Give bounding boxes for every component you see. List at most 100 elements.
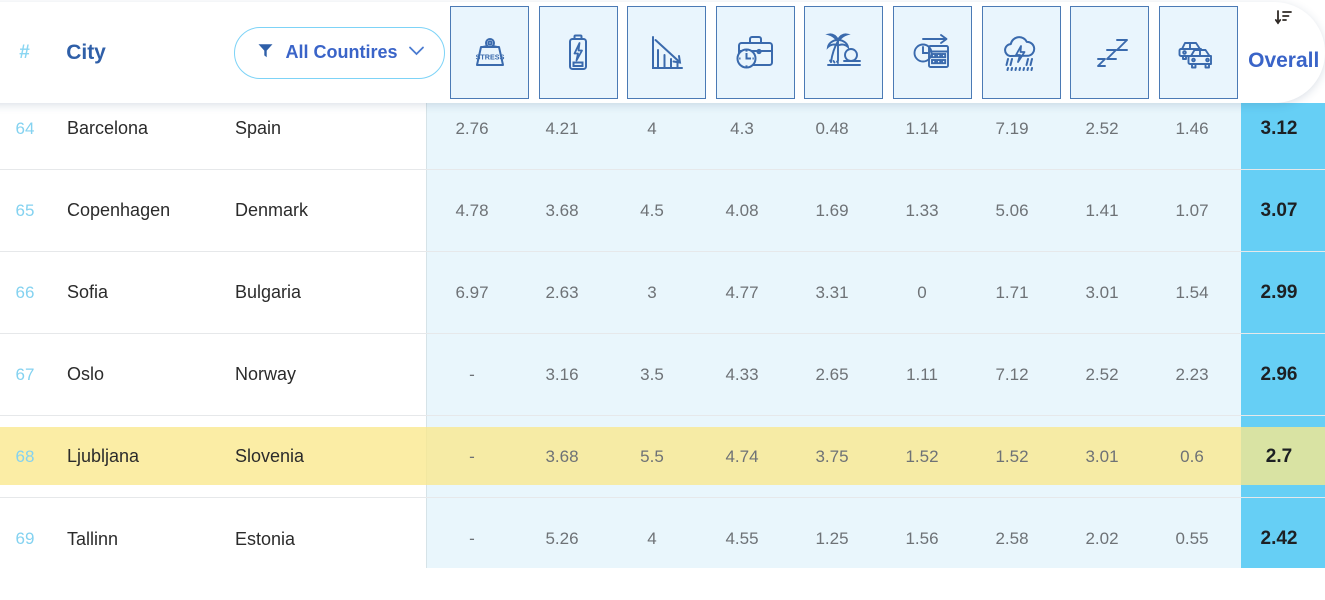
row-city-name[interactable]: Sofia bbox=[50, 282, 235, 303]
row-country-name: Slovenia bbox=[235, 446, 305, 466]
sleep-zzz-icon[interactable] bbox=[1070, 6, 1150, 99]
row-metric-value-5: 1.69 bbox=[815, 200, 849, 220]
metric-header-traffic bbox=[1154, 6, 1243, 99]
metric-header-energy bbox=[534, 6, 623, 99]
row-metric-value-7: 7.19 bbox=[995, 118, 1029, 138]
metric-header-sleep bbox=[1065, 6, 1154, 99]
row-metric-value-6: 1.33 bbox=[905, 200, 939, 220]
row-rank: 69 bbox=[15, 529, 35, 548]
row-metric-value-5: 3.75 bbox=[815, 446, 849, 466]
row-metric-value-3: 4 bbox=[647, 529, 657, 548]
metric-header-declining-chart bbox=[623, 6, 712, 99]
row-metric-value-9: 2.23 bbox=[1175, 364, 1209, 384]
row-metric-value-7: 1.71 bbox=[995, 282, 1029, 302]
row-city-name[interactable]: Barcelona bbox=[50, 118, 235, 139]
metric-header-weather bbox=[977, 6, 1066, 99]
row-metric-value-1: - bbox=[469, 446, 475, 466]
row-metric-value-8: 2.52 bbox=[1085, 364, 1119, 384]
table-row[interactable]: 69 Tallinn Estonia - 5.26 4 4.55 1.25 1.56 2.58 2.… bbox=[0, 498, 1325, 580]
traffic-cars-icon[interactable] bbox=[1158, 6, 1238, 99]
row-city-name[interactable]: Oslo bbox=[50, 364, 235, 385]
row-metric-value-2: 5.26 bbox=[545, 529, 579, 548]
row-metric-value-3: 5.5 bbox=[640, 446, 664, 466]
row-metric-value-6: 1.56 bbox=[905, 529, 939, 548]
row-metric-value-5: 2.65 bbox=[815, 364, 849, 384]
row-metric-value-3: 3 bbox=[647, 282, 657, 302]
row-country-name: Norway bbox=[235, 364, 297, 384]
chevron-down-icon bbox=[408, 44, 425, 62]
row-city-name[interactable]: Copenhagen bbox=[50, 200, 235, 221]
row-overall-score: 2.42 bbox=[1260, 528, 1298, 549]
row-metric-value-1: 2.76 bbox=[455, 118, 489, 138]
overall-column-label: Overall bbox=[1248, 48, 1320, 72]
row-rank: 64 bbox=[15, 118, 35, 138]
metric-header-annual-leave bbox=[888, 6, 977, 99]
metric-header-stress: STRESS bbox=[445, 6, 534, 99]
row-rank: 68 bbox=[15, 446, 35, 466]
row-metric-value-4: 4.33 bbox=[725, 364, 759, 384]
row-metric-value-4: 4.08 bbox=[725, 200, 759, 220]
funnel-icon bbox=[257, 42, 274, 64]
row-metric-value-2: 2.63 bbox=[545, 282, 579, 302]
row-metric-value-8: 1.41 bbox=[1085, 200, 1119, 220]
row-metric-value-7: 2.58 bbox=[995, 529, 1029, 548]
country-filter-label: All Countires bbox=[285, 42, 398, 62]
row-overall-score: 3.07 bbox=[1260, 199, 1298, 221]
row-metric-value-7: 1.52 bbox=[995, 446, 1029, 466]
table-row[interactable]: 66 Sofia Bulgaria 6.97 2.63 3 4.77 3.31 0 1.71 3.0… bbox=[0, 252, 1325, 334]
row-metric-value-2: 3.16 bbox=[545, 364, 579, 384]
row-metric-value-1: - bbox=[469, 364, 475, 384]
row-metric-value-8: 3.01 bbox=[1085, 282, 1119, 302]
metric-header-work-hours bbox=[711, 6, 800, 99]
row-metric-value-4: 4.74 bbox=[725, 446, 759, 466]
row-metric-value-9: 1.54 bbox=[1175, 282, 1209, 302]
row-metric-value-2: 3.68 bbox=[545, 446, 579, 466]
row-city-name[interactable]: Ljubljana bbox=[50, 446, 235, 467]
row-metric-value-6: 1.52 bbox=[905, 446, 939, 466]
row-metric-value-5: 1.25 bbox=[815, 529, 849, 548]
calendar-clock-arrow-icon[interactable] bbox=[892, 6, 972, 99]
row-metric-value-7: 7.12 bbox=[995, 364, 1029, 384]
row-metric-value-4: 4.55 bbox=[725, 529, 759, 548]
country-filter-dropdown[interactable]: All Countires bbox=[234, 26, 446, 79]
briefcase-clock-icon[interactable] bbox=[715, 6, 795, 99]
rank-column-header[interactable]: # bbox=[0, 42, 49, 64]
palm-tree-sunset-icon[interactable] bbox=[804, 6, 884, 99]
row-metric-value-3: 4.5 bbox=[640, 200, 664, 220]
row-overall-score: 2.96 bbox=[1260, 363, 1298, 385]
sort-descending-icon[interactable] bbox=[1274, 8, 1294, 33]
row-metric-value-9: 1.07 bbox=[1175, 200, 1209, 220]
row-country-name: Spain bbox=[235, 118, 282, 138]
row-metric-value-9: 0.55 bbox=[1175, 529, 1209, 548]
row-country-name: Bulgaria bbox=[235, 282, 302, 302]
row-metric-value-4: 4.3 bbox=[730, 118, 754, 138]
table-row[interactable]: 68 Ljubljana Slovenia - 3.68 5.5 4.74 3.75 1.52 1… bbox=[0, 416, 1325, 498]
row-city-name[interactable]: Tallinn bbox=[50, 529, 235, 550]
row-metric-value-9: 0.6 bbox=[1180, 446, 1204, 466]
row-metric-value-9: 1.46 bbox=[1175, 118, 1209, 138]
row-metric-value-3: 4 bbox=[647, 118, 657, 138]
table-header: # City All Countires STRESS Overall bbox=[0, 2, 1325, 103]
row-metric-value-1: - bbox=[469, 529, 475, 548]
row-rank: 66 bbox=[15, 282, 35, 302]
table-row[interactable]: 67 Oslo Norway - 3.16 3.5 4.33 2.65 1.11 7.12 2.52… bbox=[0, 334, 1325, 416]
storm-cloud-rain-icon[interactable] bbox=[981, 6, 1061, 99]
table-row[interactable]: 65 Copenhagen Denmark 4.78 3.68 4.5 4.08 1.69 1.… bbox=[0, 170, 1325, 252]
row-metric-value-8: 3.01 bbox=[1085, 446, 1119, 466]
stress-weight-icon[interactable]: STRESS bbox=[450, 6, 530, 99]
row-metric-value-6: 1.14 bbox=[905, 118, 939, 138]
row-country-name: Estonia bbox=[235, 528, 296, 549]
svg-text:STRESS: STRESS bbox=[475, 52, 504, 61]
city-ranking-table: 64 Barcelona Spain 2.76 4.21 4 4.3 0.48 1.14 7.19… bbox=[0, 0, 1325, 600]
row-metric-value-4: 4.77 bbox=[725, 282, 759, 302]
city-column-header[interactable]: City bbox=[49, 41, 231, 65]
row-metric-value-7: 5.06 bbox=[995, 200, 1029, 220]
row-overall-score: 2.7 bbox=[1265, 445, 1293, 467]
overall-column-header[interactable]: Overall bbox=[1242, 2, 1325, 103]
row-overall-score: 3.12 bbox=[1260, 117, 1298, 139]
battery-charge-icon[interactable] bbox=[538, 6, 618, 99]
row-metric-value-2: 4.21 bbox=[545, 118, 579, 138]
row-rank: 65 bbox=[15, 200, 35, 220]
declining-chart-icon[interactable] bbox=[627, 6, 707, 99]
row-rank: 67 bbox=[15, 364, 35, 384]
